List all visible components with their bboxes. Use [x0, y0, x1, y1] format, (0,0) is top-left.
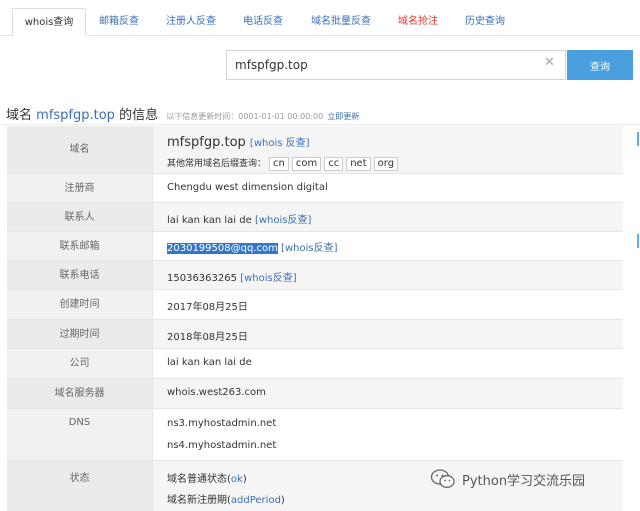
tab-email-reverse[interactable]: 邮箱反查 [86, 8, 152, 36]
status-link-addperiod[interactable]: addPeriod [231, 495, 281, 506]
title-prefix: 域名 [6, 108, 33, 123]
row-label: DNS [7, 409, 153, 460]
title-domain: mfspfgp.top [36, 108, 115, 123]
contact-value: lai kan kan lai de [167, 215, 252, 226]
row-label: 状态 [7, 461, 153, 511]
tab-bar: whois查询 邮箱反查 注册人反查 电话反查 域名批量反查 域名抢注 历史查询 [0, 0, 640, 36]
dns-value-1: ns3.myhostadmin.net [167, 418, 277, 429]
row-label: 域名服务器 [7, 379, 153, 408]
created-value: 2017年08月25日 [167, 302, 248, 313]
row-label: 公司 [7, 349, 153, 378]
watermark: Python学习交流乐园 [430, 466, 585, 492]
suffix-com[interactable]: com [291, 157, 322, 171]
suffix-hint: 其他常用域名后缀查询： [167, 159, 267, 169]
table-row-registrar: 注册商 Chengdu west dimension digital [7, 174, 623, 203]
table-row-company: 公司 lai kan kan lai de [7, 349, 623, 379]
title-suffix: 的信息 [119, 108, 159, 123]
tab-registrant-reverse[interactable]: 注册人反查 [154, 8, 228, 36]
suffix-cn[interactable]: cn [269, 157, 289, 171]
company-value: lai kan kan lai de [167, 357, 252, 368]
tab-history[interactable]: 历史查询 [452, 8, 518, 36]
row-label: 域名 [7, 126, 153, 173]
row-label: 过期时间 [7, 320, 153, 348]
watermark-text: Python学习交流乐园 [462, 473, 586, 489]
table-row-dns: DNS ns3.myhostadmin.net ns4.myhostadmin.… [7, 409, 623, 461]
dns-value-2: ns4.myhostadmin.net [167, 440, 277, 451]
whois-reverse-link[interactable]: [whois反查] [281, 243, 337, 254]
status-line-1: 域名普通状态(ok) [167, 470, 247, 485]
table-row-expires: 过期时间 2018年08月25日 [7, 320, 623, 349]
registrar-value: Chengdu west dimension digital [167, 182, 328, 193]
suffix-net[interactable]: net [346, 157, 371, 171]
server-value: whois.west263.com [167, 387, 266, 398]
wechat-icon [430, 469, 455, 488]
table-row-server: 域名服务器 whois.west263.com [7, 379, 623, 409]
table-row-created: 创建时间 2017年08月25日 [7, 290, 623, 320]
contact-value-line: lai kan kan lai de [whois反查] [167, 211, 311, 226]
divider [0, 124, 640, 125]
email-value-line: 2030199508@qq.com [whois反查] [167, 239, 337, 254]
domain-value: mfspfgp.top [167, 135, 246, 150]
search-input[interactable] [226, 50, 566, 80]
update-now-link[interactable]: 立即更新 [327, 112, 359, 121]
table-row-contact: 联系人 lai kan kan lai de [whois反查] [7, 203, 623, 232]
tab-domain-snap[interactable]: 域名抢注 [386, 8, 450, 36]
status-line-2: 域名新注册期(addPeriod) [167, 491, 285, 506]
status-text: 域名普通状态( [167, 474, 231, 485]
phone-value-line: 15036363265 [whois反查] [167, 269, 297, 284]
phone-value: 15036363265 [167, 273, 237, 284]
search-bar: ✕ 查询 [226, 50, 634, 80]
clear-icon[interactable]: ✕ [544, 55, 555, 70]
expires-value: 2018年08月25日 [167, 332, 248, 343]
status-close: ) [280, 495, 285, 506]
row-label: 创建时间 [7, 290, 153, 319]
update-time-text: 以下信息更新时间：0001-01-01 00:00:00 [166, 112, 324, 121]
row-label: 联系人 [7, 203, 153, 231]
status-text: 域名新注册期( [167, 495, 231, 506]
search-button[interactable]: 查询 [567, 50, 633, 80]
table-row-email: 联系邮箱 2030199508@qq.com [whois反查] [7, 232, 623, 261]
row-label: 联系邮箱 [7, 232, 153, 260]
side-marker [637, 132, 639, 146]
whois-reverse-link[interactable]: [whois 反查] [250, 138, 310, 149]
status-close: ) [242, 474, 247, 485]
suffix-line: 其他常用域名后缀查询： cn com cc net org [167, 156, 399, 171]
right-side-panel [632, 126, 640, 508]
tab-batch-reverse[interactable]: 域名批量反查 [298, 8, 384, 36]
status-link-ok[interactable]: ok [231, 474, 243, 485]
side-marker [637, 234, 639, 248]
suffix-cc[interactable]: cc [324, 157, 344, 171]
row-label: 联系电话 [7, 261, 153, 289]
row-label: 注册商 [7, 174, 153, 202]
page-title: 域名 mfspfgp.top 的信息 以下信息更新时间：0001-01-01 0… [6, 104, 359, 123]
table-row-domain: 域名 mfspfgp.top [whois 反查] 其他常用域名后缀查询： cn c… [7, 126, 623, 174]
whois-reverse-link[interactable]: [whois反查] [255, 215, 311, 226]
whois-reverse-link[interactable]: [whois反查] [240, 273, 296, 284]
domain-value-line: mfspfgp.top [whois 反查] [167, 134, 310, 150]
email-value[interactable]: 2030199508@qq.com [167, 243, 278, 254]
tab-whois[interactable]: whois查询 [12, 8, 86, 36]
tab-phone-reverse[interactable]: 电话反查 [230, 8, 296, 36]
suffix-org[interactable]: org [373, 157, 399, 171]
table-row-phone: 联系电话 15036363265 [whois反查] [7, 261, 623, 290]
